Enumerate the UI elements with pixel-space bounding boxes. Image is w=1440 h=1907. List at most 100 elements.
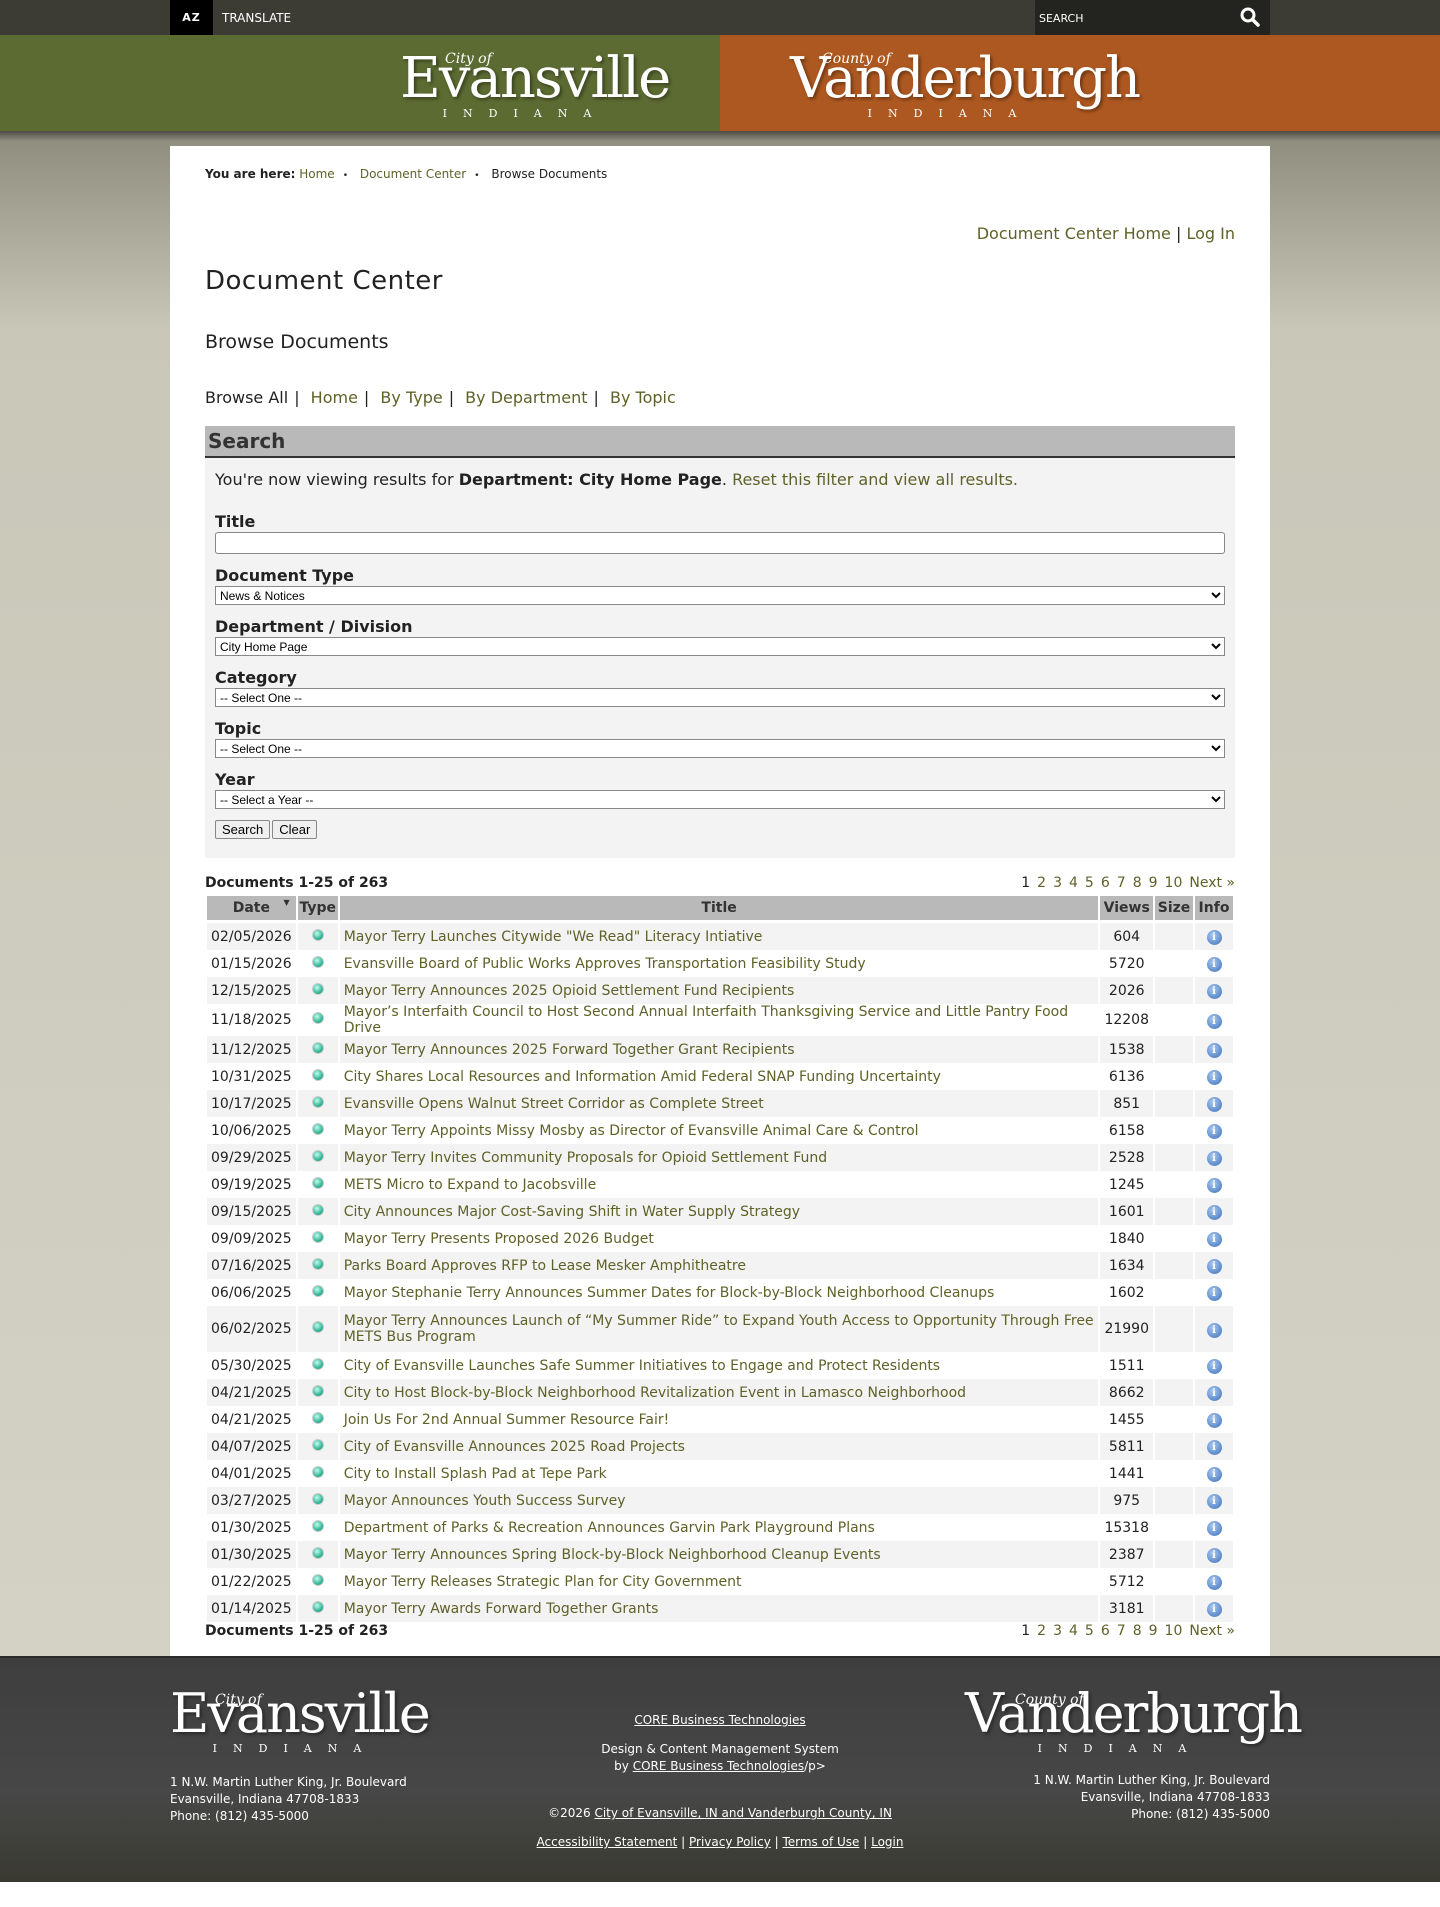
terms-link[interactable]: Terms of Use	[782, 1835, 859, 1849]
document-title-link[interactable]: Mayor Terry Launches Citywide "We Read" …	[344, 929, 763, 945]
column-size[interactable]: Size	[1155, 896, 1193, 923]
search-button[interactable]: Search	[215, 820, 271, 839]
category-select[interactable]: -- Select One --	[215, 688, 1225, 707]
page-3-link[interactable]: 3	[1053, 875, 1062, 891]
document-title-link[interactable]: Mayor Stephanie Terry Announces Summer D…	[344, 1285, 995, 1301]
accessibility-link[interactable]: Accessibility Statement	[537, 1835, 678, 1849]
document-title-link[interactable]: City Announces Major Cost-Saving Shift i…	[344, 1204, 800, 1220]
document-title-link[interactable]: Mayor Terry Announces 2025 Forward Toget…	[344, 1042, 795, 1058]
info-icon[interactable]: i	[1206, 930, 1222, 945]
clear-button[interactable]: Clear	[272, 820, 318, 839]
log-in-link[interactable]: Log In	[1186, 224, 1235, 243]
browse-by-department-link[interactable]: By Department	[465, 388, 587, 407]
breadcrumb-document-center[interactable]: Document Center	[360, 167, 466, 181]
document-title-link[interactable]: Mayor Terry Awards Forward Together Gran…	[344, 1601, 659, 1617]
next-page-link[interactable]: Next »	[1189, 875, 1235, 891]
info-icon[interactable]: i	[1206, 1286, 1222, 1301]
page-6-link[interactable]: 6	[1101, 875, 1110, 891]
document-title-link[interactable]: City to Host Block-by-Block Neighborhood…	[344, 1385, 966, 1401]
info-icon[interactable]: i	[1206, 1043, 1222, 1058]
document-title-link[interactable]: Join Us For 2nd Annual Summer Resource F…	[344, 1412, 670, 1428]
page-7-link[interactable]: 7	[1117, 875, 1126, 891]
department-select[interactable]: City Home Page	[215, 637, 1225, 656]
document-title-link[interactable]: Mayor Terry Presents Proposed 2026 Budge…	[344, 1231, 654, 1247]
next-page-link[interactable]: Next »	[1189, 1623, 1235, 1639]
info-icon[interactable]: i	[1206, 1259, 1222, 1274]
page-8-link[interactable]: 8	[1133, 875, 1142, 891]
document-title-link[interactable]: Evansville Opens Walnut Street Corridor …	[344, 1096, 764, 1112]
info-icon[interactable]: i	[1206, 1232, 1222, 1247]
info-icon[interactable]: i	[1206, 1467, 1222, 1482]
column-views[interactable]: Views	[1100, 896, 1153, 923]
info-icon[interactable]: i	[1206, 1013, 1222, 1029]
topic-select[interactable]: -- Select One --	[215, 739, 1225, 758]
document-title-link[interactable]: Mayor’s Interfaith Council to Host Secon…	[344, 1004, 1068, 1036]
evansville-logo[interactable]: City of Evansville INDIANA	[400, 39, 671, 121]
info-icon[interactable]: i	[1206, 1124, 1222, 1139]
info-icon[interactable]: i	[1206, 984, 1222, 999]
document-title-link[interactable]: Mayor Terry Invites Community Proposals …	[344, 1150, 827, 1166]
translate-button[interactable]: TRANSLATE	[222, 0, 291, 37]
privacy-link[interactable]: Privacy Policy	[689, 1835, 771, 1849]
info-icon[interactable]: i	[1206, 1521, 1222, 1536]
document-title-link[interactable]: Mayor Terry Announces 2025 Opioid Settle…	[344, 983, 795, 999]
info-icon[interactable]: i	[1206, 957, 1222, 972]
core-link[interactable]: CORE Business Technologies	[634, 1713, 805, 1727]
search-icon[interactable]	[1238, 5, 1262, 29]
info-icon[interactable]: i	[1206, 1602, 1222, 1617]
login-link[interactable]: Login	[871, 1835, 903, 1849]
info-icon[interactable]: i	[1206, 1440, 1222, 1455]
document-title-link[interactable]: Mayor Announces Youth Success Survey	[344, 1493, 626, 1509]
info-icon[interactable]: i	[1206, 1575, 1222, 1590]
document-title-link[interactable]: Mayor Terry Announces Spring Block-by-Bl…	[344, 1547, 881, 1563]
info-icon[interactable]: i	[1206, 1205, 1222, 1220]
reset-filter-link[interactable]: Reset this filter and view all results.	[732, 470, 1018, 489]
info-icon[interactable]: i	[1206, 1322, 1222, 1338]
vanderburgh-logo[interactable]: County of Vanderburgh INDIANA	[790, 39, 1141, 121]
document-title-link[interactable]: Department of Parks & Recreation Announc…	[344, 1520, 875, 1536]
document-center-home-link[interactable]: Document Center Home	[977, 224, 1171, 243]
info-icon[interactable]: i	[1206, 1097, 1222, 1112]
page-6-link[interactable]: 6	[1101, 1623, 1110, 1639]
footer-evansville-logo[interactable]: City of Evansville INDIANA	[170, 1684, 431, 1756]
footer-vanderburgh-logo[interactable]: County of Vanderburgh INDIANA	[965, 1684, 1303, 1756]
translate-icon[interactable]: AZ	[170, 0, 213, 35]
page-2-link[interactable]: 2	[1037, 875, 1046, 891]
core-link-2[interactable]: CORE Business Technologies	[633, 1759, 804, 1773]
browse-home-link[interactable]: Home	[311, 388, 358, 407]
document-title-link[interactable]: Parks Board Approves RFP to Lease Mesker…	[344, 1258, 746, 1274]
info-icon[interactable]: i	[1206, 1386, 1222, 1401]
column-date[interactable]: Date ▼	[207, 896, 296, 923]
column-type[interactable]: Type	[297, 896, 338, 923]
browse-by-type-link[interactable]: By Type	[380, 388, 442, 407]
page-9-link[interactable]: 9	[1149, 1623, 1158, 1639]
document-title-link[interactable]: Mayor Terry Appoints Missy Mosby as Dire…	[344, 1123, 919, 1139]
info-icon[interactable]: i	[1206, 1548, 1222, 1563]
document-title-link[interactable]: Mayor Terry Releases Strategic Plan for …	[344, 1574, 742, 1590]
doctype-select[interactable]: News & Notices	[215, 586, 1225, 605]
document-title-link[interactable]: City to Install Splash Pad at Tepe Park	[344, 1466, 607, 1482]
browse-by-topic-link[interactable]: By Topic	[610, 388, 676, 407]
info-icon[interactable]: i	[1206, 1359, 1222, 1374]
page-4-link[interactable]: 4	[1069, 1623, 1078, 1639]
document-title-link[interactable]: Mayor Terry Announces Launch of “My Summ…	[344, 1313, 1094, 1345]
site-search-input[interactable]	[1039, 6, 1229, 30]
info-icon[interactable]: i	[1206, 1494, 1222, 1509]
column-title[interactable]: Title	[339, 896, 1099, 923]
document-title-link[interactable]: Evansville Board of Public Works Approve…	[344, 956, 866, 972]
document-title-link[interactable]: City of Evansville Announces 2025 Road P…	[344, 1439, 685, 1455]
page-5-link[interactable]: 5	[1085, 1623, 1094, 1639]
info-icon[interactable]: i	[1206, 1413, 1222, 1428]
page-4-link[interactable]: 4	[1069, 875, 1078, 891]
page-9-link[interactable]: 9	[1149, 875, 1158, 891]
document-title-link[interactable]: City of Evansville Launches Safe Summer …	[344, 1358, 940, 1374]
document-title-link[interactable]: City Shares Local Resources and Informat…	[344, 1069, 941, 1085]
info-icon[interactable]: i	[1206, 1151, 1222, 1166]
breadcrumb-home[interactable]: Home	[299, 167, 334, 181]
document-title-link[interactable]: METS Micro to Expand to Jacobsville	[344, 1177, 596, 1193]
copyright-link[interactable]: City of Evansville, IN and Vanderburgh C…	[594, 1806, 891, 1820]
page-10-link[interactable]: 10	[1165, 1623, 1183, 1639]
page-3-link[interactable]: 3	[1053, 1623, 1062, 1639]
year-select[interactable]: -- Select a Year --	[215, 790, 1225, 809]
info-icon[interactable]: i	[1206, 1178, 1222, 1193]
